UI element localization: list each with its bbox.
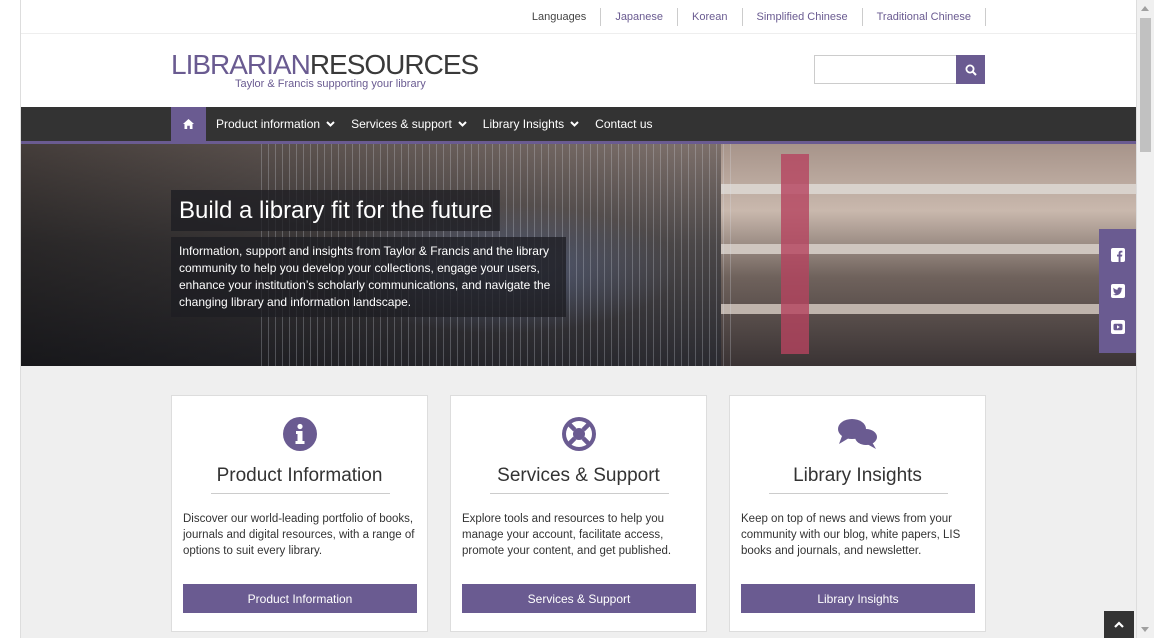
hero-title: Build a library fit for the future (171, 190, 501, 231)
nav-item-product-information[interactable]: Product information (216, 117, 335, 131)
scrollbar-thumb[interactable] (1140, 18, 1151, 152)
card-services-support: Services & Support Explore tools and res… (450, 395, 707, 632)
info-icon (282, 417, 317, 451)
language-list: Languages Japanese Korean Simplified Chi… (518, 0, 986, 34)
search-input[interactable] (814, 55, 956, 84)
logo-part-librarian: LIBRARIAN (171, 49, 311, 80)
card-description: Discover our world-leading portfolio of … (183, 513, 415, 557)
vertical-scrollbar[interactable] (1136, 0, 1154, 638)
nav-home-button[interactable] (171, 107, 206, 141)
language-link-simplified-chinese[interactable]: Simplified Chinese (743, 8, 863, 26)
site-header: LIBRARIANRESOURCES Taylor & Francis supp… (21, 34, 1136, 107)
nav-item-label: Contact us (595, 117, 653, 131)
twitter-icon[interactable] (1110, 284, 1125, 298)
scroll-up-arrow-icon[interactable] (1141, 6, 1149, 11)
hero-image-column (781, 154, 809, 354)
nav-item-label: Services & support (351, 117, 452, 131)
card-library-insights: Library Insights Keep on top of news and… (729, 395, 986, 632)
card-title: Library Insights (793, 465, 922, 486)
card-divider (490, 493, 669, 494)
youtube-icon[interactable] (1110, 320, 1125, 334)
search-button[interactable] (956, 55, 985, 84)
chevron-up-icon (1114, 621, 1124, 628)
logo-part-resources: RESOURCES (309, 49, 479, 80)
facebook-icon[interactable] (1110, 248, 1125, 262)
card-title: Services & Support (497, 465, 660, 486)
card-title: Product Information (216, 465, 383, 486)
chevron-down-icon (458, 121, 467, 127)
lifebuoy-icon (561, 417, 596, 451)
hero-banner: Build a library fit for the future Infor… (21, 144, 1136, 366)
product-information-button[interactable]: Product Information (183, 584, 417, 613)
language-link-traditional-chinese[interactable]: Traditional Chinese (863, 8, 986, 26)
nav-item-library-insights[interactable]: Library Insights (483, 117, 579, 131)
language-link-japanese[interactable]: Japanese (601, 8, 679, 26)
page: Languages Japanese Korean Simplified Chi… (21, 0, 1136, 638)
card-description: Explore tools and resources to help you … (462, 513, 672, 557)
card-divider (769, 493, 948, 494)
site-logo[interactable]: LIBRARIANRESOURCES (171, 49, 479, 81)
search-icon (965, 64, 977, 76)
card-description: Keep on top of news and views from your … (741, 513, 961, 557)
nav-item-label: Library Insights (482, 117, 565, 131)
home-icon (183, 119, 194, 129)
nav-item-label: Product information (216, 117, 321, 131)
chevron-down-icon (326, 121, 335, 127)
services-support-button[interactable]: Services & Support (462, 584, 696, 613)
chevron-down-icon (570, 121, 579, 127)
speech-bubbles-icon (837, 419, 877, 449)
language-link-korean[interactable]: Korean (678, 8, 743, 26)
hero-text: Information, support and insights from T… (171, 237, 566, 317)
scroll-down-arrow-icon[interactable] (1141, 627, 1149, 632)
social-links (1099, 229, 1136, 353)
back-to-top-button[interactable] (1104, 611, 1134, 638)
card-product-information: Product Information Discover our world-l… (171, 395, 428, 632)
languages-label: Languages (518, 8, 602, 26)
nav-items: Product information Services & support L… (216, 107, 669, 141)
site-tagline: Taylor & Francis supporting your library (235, 78, 426, 90)
library-insights-button[interactable]: Library Insights (741, 584, 975, 613)
left-frame-edge (0, 0, 21, 638)
main-nav: Product information Services & support L… (21, 107, 1136, 144)
card-divider (211, 493, 390, 494)
language-bar: Languages Japanese Korean Simplified Chi… (21, 0, 1136, 34)
nav-item-contact-us[interactable]: Contact us (595, 117, 652, 131)
nav-item-services-support[interactable]: Services & support (351, 117, 467, 131)
